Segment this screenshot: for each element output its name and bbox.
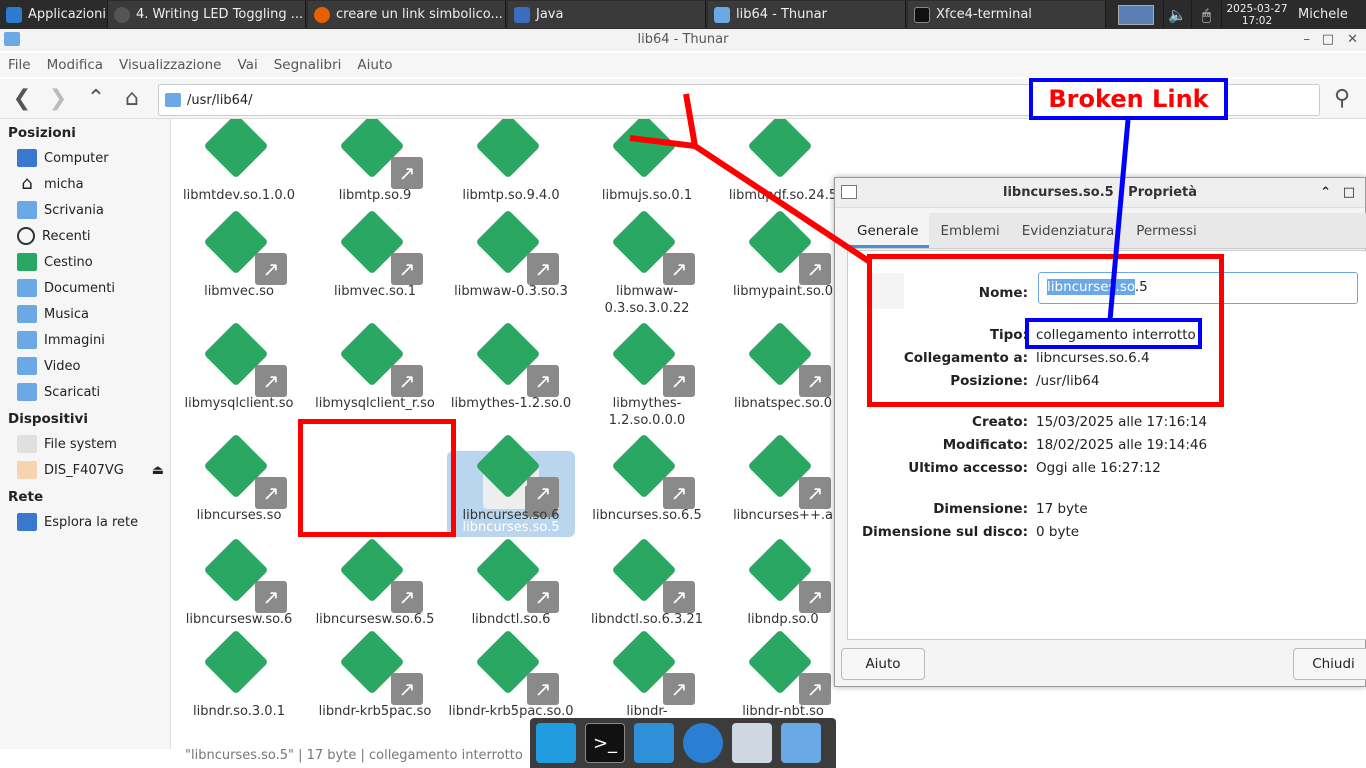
annotation-red-line [629, 135, 872, 265]
annotation-blue-line [1107, 119, 1131, 321]
annotation-lines [629, 93, 1131, 321]
annotation-red-line [683, 93, 698, 147]
